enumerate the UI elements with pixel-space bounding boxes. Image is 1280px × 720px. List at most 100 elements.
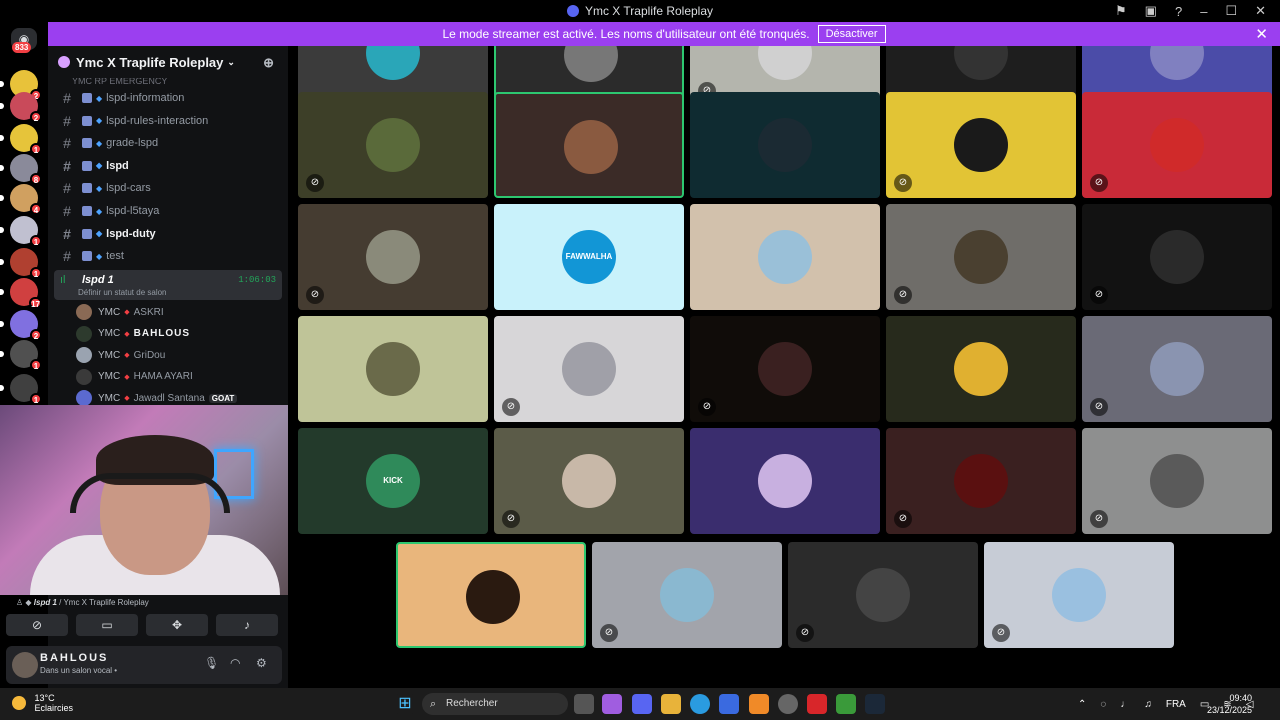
banner-close-icon[interactable]: ✕	[1255, 25, 1268, 43]
flag-icon[interactable]: ⚑	[1115, 3, 1127, 19]
voice-member[interactable]: YMC ◆ HAMA AYARI	[76, 367, 276, 387]
server-icon-8[interactable]: 17	[0, 278, 42, 309]
participant-tile[interactable]	[690, 428, 880, 534]
diamond-icon: ◆	[96, 251, 103, 261]
server-icon-9[interactable]: 2	[0, 310, 42, 341]
tray-chevron-icon[interactable]: ⌃	[1078, 699, 1086, 710]
participant-tile[interactable]	[396, 542, 586, 648]
disable-streamer-button[interactable]: Désactiver	[817, 25, 886, 43]
add-member-icon[interactable]: ⊕	[263, 55, 274, 71]
server-icon-4[interactable]: 8	[0, 154, 42, 185]
weather-widget[interactable]: 13°C Eclaircies	[12, 693, 73, 713]
voice-member[interactable]: YMC ◆ GriDou	[76, 345, 276, 365]
category-header[interactable]: YMC RP EMERGENCY	[48, 78, 288, 88]
channel-status[interactable]: Définir un statut de salon	[78, 288, 167, 297]
server-icon-10[interactable]: 1	[0, 340, 42, 371]
minimize-icon[interactable]: –	[1200, 4, 1207, 19]
edge-icon[interactable]	[690, 694, 710, 714]
server-icon-5[interactable]: 4	[0, 184, 42, 215]
app-icon-b[interactable]	[807, 694, 827, 714]
server-icon-3[interactable]: 1	[0, 124, 42, 155]
member-name: GriDou	[133, 349, 166, 361]
voice-member[interactable]: YMC ◆ BAHLOUS	[76, 324, 276, 344]
server-icon-2[interactable]: 2	[0, 92, 42, 123]
participant-tile[interactable]: ⊘	[690, 316, 880, 422]
member-badge: GOAT	[208, 393, 238, 403]
server-header[interactable]: Ymc X Traplife Roleplay ⌄ ⊕	[48, 46, 288, 78]
task-view-icon[interactable]	[574, 694, 594, 714]
channel-5[interactable]: # ◆ lspd-l5taya	[54, 201, 282, 221]
channel-2[interactable]: # ◆ grade-lspd	[54, 133, 282, 153]
store-icon[interactable]	[719, 694, 739, 714]
voice-location[interactable]: ♙ ◆ lspd 1 / Ymc X Traplife Roleplay	[16, 598, 149, 607]
participant-tile[interactable]: ⊘	[494, 316, 684, 422]
maximize-icon[interactable]: ☐	[1225, 3, 1237, 19]
participant-tile[interactable]: ⊘	[788, 542, 978, 648]
app-icon-c[interactable]	[836, 694, 856, 714]
language-indicator[interactable]: FRA	[1166, 699, 1186, 710]
user-name[interactable]: BAHLOUS	[40, 652, 108, 664]
muted-icon: ⊘	[894, 286, 912, 304]
headphones-icon[interactable]: ◠	[230, 656, 240, 670]
participant-tile[interactable]: ⊘	[886, 92, 1076, 198]
participant-tile[interactable]	[298, 316, 488, 422]
camera-button[interactable]: ⊘	[6, 614, 68, 636]
screen-share-button[interactable]: ▭	[76, 614, 138, 636]
server-icon-11[interactable]: 1	[0, 374, 42, 405]
close-icon[interactable]: ✕	[1255, 3, 1266, 19]
participant-tile[interactable]: ⊘	[886, 428, 1076, 534]
voice-channel-active[interactable]: ıl lspd 1 1:06:03 Définir un statut de s…	[54, 270, 282, 300]
participant-tile[interactable]: ⊘	[1082, 316, 1272, 422]
copilot-icon[interactable]	[602, 694, 622, 714]
server-icon-7[interactable]: 1	[0, 248, 42, 279]
server-icon	[58, 56, 70, 68]
diamond-icon: ◆	[96, 116, 103, 126]
app-icon-a[interactable]	[749, 694, 769, 714]
channel-1[interactable]: # ◆ lspd-rules-interaction	[54, 111, 282, 131]
help-icon[interactable]: ?	[1175, 4, 1182, 19]
muted-icon: ⊘	[306, 174, 324, 192]
discord-app-icon[interactable]	[632, 694, 652, 714]
microphone-icon[interactable]: 🎙	[204, 656, 219, 670]
participant-avatar	[758, 118, 812, 172]
participant-tile[interactable]: ⊘	[1082, 428, 1272, 534]
participant-tile[interactable]: KICK	[298, 428, 488, 534]
participant-tile[interactable]: ⊘	[298, 204, 488, 310]
channel-0[interactable]: # ◆ lspd-information	[54, 88, 282, 108]
participant-avatar	[562, 342, 616, 396]
participant-tile[interactable]	[494, 92, 684, 198]
channel-4[interactable]: # ◆ lspd-cars	[54, 178, 282, 198]
participant-tile[interactable]: FAWWALHA	[494, 204, 684, 310]
speaker-icon[interactable]: ♫	[1144, 699, 1152, 710]
participant-tile[interactable]: ⊘	[494, 428, 684, 534]
file-explorer-icon[interactable]	[661, 694, 681, 714]
participant-tile[interactable]: ⊘	[1082, 92, 1272, 198]
server-icon-6[interactable]: 1	[0, 216, 42, 247]
participant-tile[interactable]: ⊘	[1082, 204, 1272, 310]
windows-start-icon[interactable]: ⊞	[395, 694, 415, 714]
participant-tile[interactable]: ⊘	[886, 204, 1076, 310]
participant-tile[interactable]: ⊘	[984, 542, 1174, 648]
settings-gear-icon[interactable]: ⚙	[256, 656, 267, 670]
network-icon[interactable]: ◌	[1100, 699, 1106, 710]
channel-7[interactable]: # ◆ test	[54, 246, 282, 266]
muted-icon: ⊘	[502, 510, 520, 528]
activities-button[interactable]: ✥	[146, 614, 208, 636]
user-avatar[interactable]	[12, 652, 38, 678]
participant-tile[interactable]: ⊘	[592, 542, 782, 648]
participant-tile[interactable]	[690, 204, 880, 310]
voice-member[interactable]: YMC ◆ ASKRI	[76, 302, 276, 322]
monitor-icon[interactable]: ▣	[1145, 3, 1157, 19]
participant-avatar	[366, 342, 420, 396]
mic-tray-icon[interactable]: ♩	[1120, 699, 1130, 710]
clock[interactable]: 09:40 23/12/2025	[1207, 692, 1252, 716]
channel-6[interactable]: # ◆ lspd-duty	[54, 224, 282, 244]
chrome-icon[interactable]	[778, 694, 798, 714]
participant-tile[interactable]	[690, 92, 880, 198]
soundboard-button[interactable]: ♪	[216, 614, 278, 636]
taskbar-search[interactable]: ⌕ Rechercher	[422, 693, 568, 715]
participant-tile[interactable]: ⊘	[298, 92, 488, 198]
channel-3[interactable]: # ◆ lspd	[54, 156, 282, 176]
steam-icon[interactable]	[865, 694, 885, 714]
participant-tile[interactable]	[886, 316, 1076, 422]
